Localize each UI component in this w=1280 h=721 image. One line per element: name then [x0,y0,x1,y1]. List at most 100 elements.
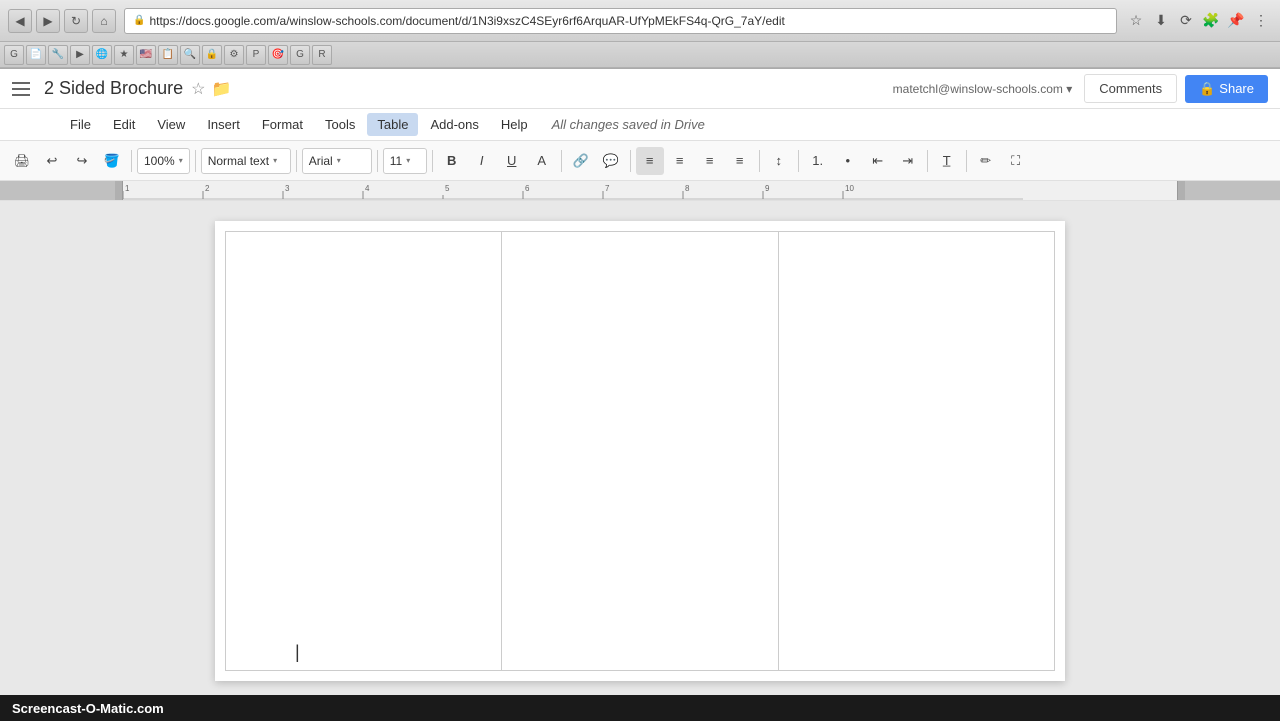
menu-format[interactable]: Format [252,113,313,136]
bullet-list-button[interactable]: • [834,147,862,175]
ext-icon-4[interactable]: ▶ [70,45,90,65]
toolbar-divider-6 [561,150,562,172]
document-title[interactable]: 2 Sided Brochure [44,78,183,99]
align-justify-button[interactable]: ≡ [726,147,754,175]
extensions-icon[interactable]: 🧩 [1200,10,1222,32]
toolbar-divider-4 [377,150,378,172]
text-cursor: | [295,643,300,661]
expand-button[interactable]: ⛶ [1002,147,1030,175]
menu-addons[interactable]: Add-ons [420,113,488,136]
menu-edit[interactable]: Edit [103,113,145,136]
align-right-button[interactable]: ≡ [696,147,724,175]
toolbar-divider-10 [927,150,928,172]
menu-help[interactable]: Help [491,113,538,136]
svg-text:10: 10 [845,184,854,193]
align-center-button[interactable]: ≡ [666,147,694,175]
font-select[interactable]: Arial ▾ [302,148,372,174]
ext-icon-5[interactable]: 🌐 [92,45,112,65]
insert-comment-button[interactable]: 💬 [597,147,625,175]
docs-app: 2 Sided Brochure ☆ 📁 matetchl@winslow-sc… [0,69,1280,695]
pen-button[interactable]: ✏ [972,147,1000,175]
menu-table[interactable]: Table [367,113,418,136]
ext-icon-11[interactable]: ⚙ [224,45,244,65]
paragraph-style-select[interactable]: Normal text ▾ [201,148,291,174]
docs-toolbar: 🖨 ↩ ↪ 🪣 100% ▾ Normal text ▾ Arial ▾ 11 … [0,141,1280,181]
insert-link-button[interactable]: 🔗 [567,147,595,175]
ext-icon-6[interactable]: ★ [114,45,134,65]
user-email[interactable]: matetchl@winslow-schools.com ▾ [893,82,1073,96]
ext-icon-3[interactable]: 🔧 [48,45,68,65]
favorite-star-icon[interactable]: ☆ [191,79,205,99]
underline-button[interactable]: U [498,147,526,175]
style-arrow-icon: ▾ [273,156,277,165]
zoom-select[interactable]: 100% ▾ [137,148,190,174]
screencast-branding: Screencast-O-Matic.com [12,701,164,716]
extension-bar: G 📄 🔧 ▶ 🌐 ★ 🇺🇸 📋 🔍 🔒 ⚙ P 🎯 G R [0,42,1280,68]
url-text: https://docs.google.com/a/winslow-school… [149,14,784,28]
document-page[interactable]: | [215,221,1065,681]
pin-icon[interactable]: 📌 [1225,10,1247,32]
reload-button[interactable]: ↻ [64,9,88,33]
ext-icon-10[interactable]: 🔒 [202,45,222,65]
toolbar-divider-3 [296,150,297,172]
ext-icon-7[interactable]: 🇺🇸 [136,45,156,65]
toolbar-divider-11 [966,150,967,172]
ext-icon-1[interactable]: G [4,45,24,65]
ext-icon-13[interactable]: 🎯 [268,45,288,65]
decrease-indent-button[interactable]: ⇤ [864,147,892,175]
ext-icon-12[interactable]: P [246,45,266,65]
sidebar-toggle-button[interactable] [12,77,36,101]
ext-icon-8[interactable]: 📋 [158,45,178,65]
document-table[interactable] [225,231,1055,671]
sync-icon[interactable]: ⟳ [1175,10,1197,32]
ext-icon-14[interactable]: G [290,45,310,65]
table-cell-2[interactable] [502,232,778,671]
toolbar-divider-2 [195,150,196,172]
bookmark-star-icon[interactable]: ☆ [1125,10,1147,32]
undo-button[interactable]: ↩ [38,147,66,175]
svg-text:5: 5 [445,184,450,193]
screencast-bar: Screencast-O-Matic.com [0,695,1280,721]
home-button[interactable]: ⌂ [92,9,116,33]
table-cell-1[interactable] [226,232,502,671]
ext-icon-2[interactable]: 📄 [26,45,46,65]
back-button[interactable]: ◀ [8,9,32,33]
forward-button[interactable]: ▶ [36,9,60,33]
svg-text:1: 1 [125,184,130,193]
menu-file[interactable]: File [60,113,101,136]
font-size-select[interactable]: 11 ▾ [383,148,427,174]
paint-format-button[interactable]: 🪣 [98,147,126,175]
document-area[interactable]: | [0,201,1280,695]
print-button[interactable]: 🖨 [8,147,36,175]
bold-button[interactable]: B [438,147,466,175]
download-icon[interactable]: ⬇ [1150,10,1172,32]
share-lock-icon: 🔒 [1199,81,1215,97]
browser-icons: ☆ ⬇ ⟳ 🧩 📌 ⋮ [1125,10,1272,32]
toolbar-divider-1 [131,150,132,172]
redo-button[interactable]: ↪ [68,147,96,175]
numbered-list-button[interactable]: 1. [804,147,832,175]
folder-icon[interactable]: 📁 [211,79,231,99]
toolbar-divider-8 [759,150,760,172]
line-spacing-button[interactable]: ↕ [765,147,793,175]
address-bar[interactable]: 🔒 https://docs.google.com/a/winslow-scho… [124,8,1117,34]
increase-indent-button[interactable]: ⇥ [894,147,922,175]
ext-icon-15[interactable]: R [312,45,332,65]
text-color-button[interactable]: A [528,147,556,175]
align-left-button[interactable]: ≡ [636,147,664,175]
svg-text:2: 2 [205,184,210,193]
comments-button[interactable]: Comments [1084,74,1177,103]
more-icon[interactable]: ⋮ [1250,10,1272,32]
table-cell-3[interactable] [778,232,1054,671]
menu-insert[interactable]: Insert [197,113,250,136]
menu-tools[interactable]: Tools [315,113,365,136]
docs-titlebar: 2 Sided Brochure ☆ 📁 matetchl@winslow-sc… [0,69,1280,109]
italic-button[interactable]: I [468,147,496,175]
share-button[interactable]: 🔒 Share [1185,75,1268,103]
svg-text:6: 6 [525,184,530,193]
menu-view[interactable]: View [147,113,195,136]
browser-chrome: ◀ ▶ ↻ ⌂ 🔒 https://docs.google.com/a/wins… [0,0,1280,69]
ext-icon-9[interactable]: 🔍 [180,45,200,65]
save-status: All changes saved in Drive [552,117,705,132]
clear-format-button[interactable]: T̲ [933,147,961,175]
